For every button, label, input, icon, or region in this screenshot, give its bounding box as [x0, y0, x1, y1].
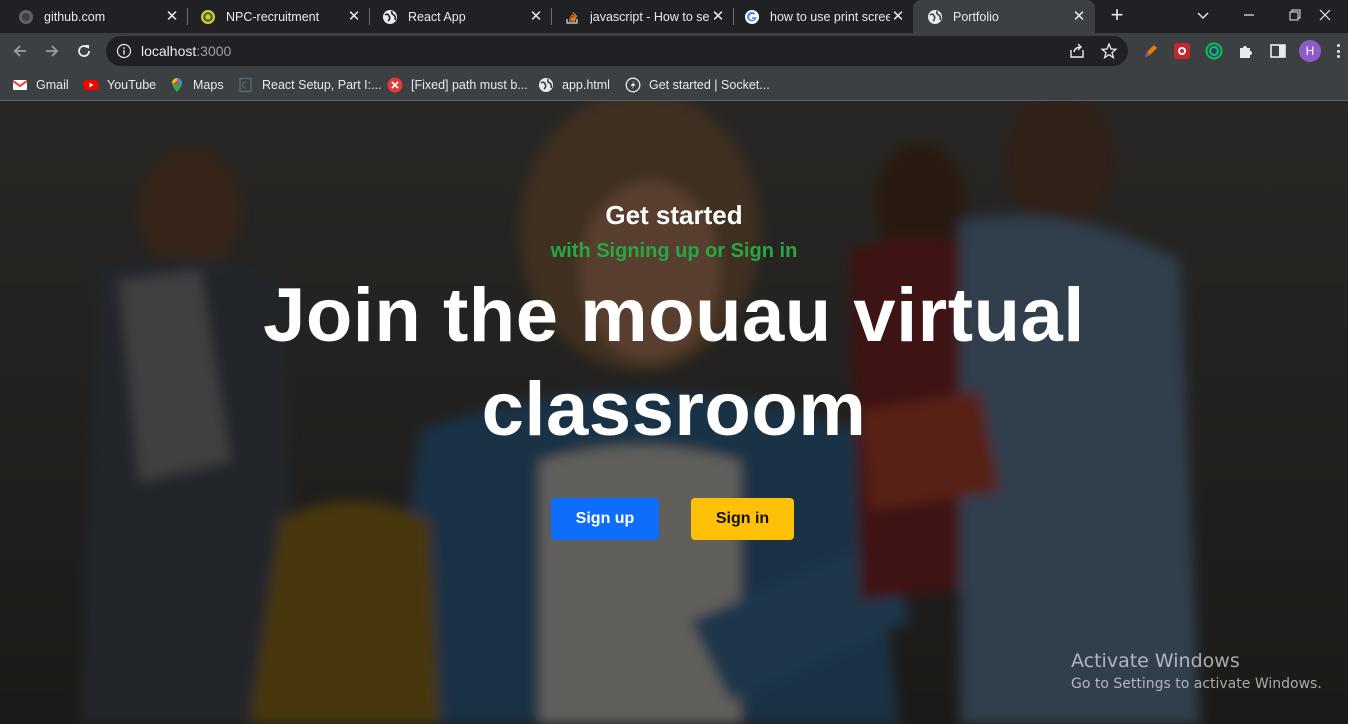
tab-title: NPC-recruitment: [226, 9, 320, 24]
google-icon: [745, 9, 759, 24]
close-icon: [1319, 9, 1331, 21]
bookmark-label: Maps: [193, 78, 224, 92]
chevron-down-icon: [1197, 12, 1209, 19]
bookmark-gmail[interactable]: Gmail: [12, 75, 69, 95]
forward-button[interactable]: [38, 37, 66, 65]
arrow-right-icon: [46, 45, 59, 57]
address-bar[interactable]: localhost:3000: [106, 36, 1128, 66]
bookmark-label: Get started | Socket...: [649, 78, 770, 92]
bookmark-label: [Fixed] path must b...: [411, 78, 528, 92]
close-icon[interactable]: ✕: [890, 9, 906, 25]
globe-icon: [539, 78, 553, 92]
bookmark-label: YouTube: [107, 78, 157, 92]
menu-icon[interactable]: [1333, 42, 1343, 60]
watermark-title: Activate Windows: [1071, 650, 1240, 672]
error-icon: [387, 77, 403, 93]
watermark-subtitle: Go to Settings to activate Windows.: [1071, 676, 1322, 692]
tab-react-app[interactable]: React App ✕: [368, 0, 552, 33]
github-icon: [19, 9, 33, 24]
minimize-icon: [1244, 14, 1254, 16]
star-icon[interactable]: [1100, 42, 1118, 60]
hero-section: Get started with Signing up or Sign in J…: [0, 101, 1348, 724]
youtube-icon: [83, 80, 99, 90]
stackoverflow-icon: [566, 11, 578, 24]
bookmark-maps[interactable]: Maps: [169, 75, 224, 95]
info-icon[interactable]: [116, 43, 132, 59]
minimize-button[interactable]: [1226, 0, 1272, 30]
restore-icon: [1289, 9, 1301, 21]
socketio-icon: [625, 77, 641, 93]
bookmarks-bar: Gmail YouTube Maps React Setup, Part I:.…: [0, 69, 1348, 101]
globe-icon: [928, 9, 942, 24]
browser-toolbar: localhost:3000 H: [0, 33, 1348, 69]
bookmark-label: React Setup, Part I:...: [262, 78, 382, 92]
tab-title: javascript - How to se: [590, 9, 710, 24]
tab-portfolio[interactable]: Portfolio ✕: [913, 0, 1095, 33]
globe-icon: [383, 9, 397, 24]
puzzle-icon[interactable]: [1237, 42, 1255, 60]
side-panel-icon[interactable]: [1269, 42, 1287, 60]
npc-logo-icon: [201, 9, 215, 24]
tab-title: how to use print scree: [770, 9, 890, 24]
maps-icon: [172, 78, 182, 92]
pen-extension-icon[interactable]: [1142, 42, 1160, 60]
red-extension-icon[interactable]: [1173, 42, 1191, 60]
doc-icon: [239, 77, 252, 93]
close-icon[interactable]: ✕: [164, 9, 180, 25]
close-icon[interactable]: ✕: [346, 9, 362, 25]
close-window-button[interactable]: [1302, 0, 1348, 30]
url-port: :3000: [196, 43, 232, 59]
bookmark-react-setup[interactable]: React Setup, Part I:...: [238, 75, 382, 95]
close-icon[interactable]: ✕: [528, 9, 544, 25]
reload-icon: [78, 45, 90, 57]
tab-search-button[interactable]: [1180, 0, 1226, 30]
gmail-icon: [12, 80, 28, 90]
bookmark-label: app.html: [562, 78, 610, 92]
bookmark-app-html[interactable]: app.html: [538, 75, 610, 95]
tab-github[interactable]: github.com ✕: [4, 0, 188, 33]
share-icon[interactable]: [1068, 42, 1086, 60]
page-title: Join the mouau virtual classroom: [263, 273, 1085, 452]
back-button[interactable]: [6, 37, 34, 65]
url-text[interactable]: localhost:3000: [141, 43, 231, 59]
tab-title: React App: [408, 9, 466, 24]
reload-button[interactable]: [70, 37, 98, 65]
signin-button[interactable]: Sign in: [691, 498, 794, 540]
page-viewport: Get started with Signing up or Sign in J…: [0, 101, 1348, 724]
tab-google-search[interactable]: how to use print scree ✕: [730, 0, 914, 33]
tab-title: github.com: [44, 9, 106, 24]
arrow-left-icon: [13, 45, 26, 57]
bookmark-youtube[interactable]: YouTube: [83, 75, 156, 95]
url-host: localhost: [141, 43, 197, 59]
tab-title: Portfolio: [953, 9, 999, 24]
bookmark-fixed-path[interactable]: [Fixed] path must b...: [387, 75, 528, 95]
avatar[interactable]: H: [1299, 40, 1321, 62]
close-icon[interactable]: ✕: [710, 9, 726, 25]
bookmark-socketio[interactable]: Get started | Socket...: [625, 75, 770, 95]
close-icon[interactable]: ✕: [1071, 9, 1087, 25]
bookmark-label: Gmail: [36, 78, 69, 92]
signup-button[interactable]: Sign up: [551, 498, 659, 540]
hero-subtitle: with Signing up or Sign in: [550, 240, 798, 262]
hero-eyebrow: Get started: [605, 200, 743, 230]
new-tab-button[interactable]: +: [1106, 4, 1128, 27]
tab-javascript[interactable]: javascript - How to se ✕: [550, 0, 734, 33]
tab-strip: github.com ✕ NPC-recruitment ✕ React App…: [0, 0, 1348, 33]
green-ring-extension-icon[interactable]: [1205, 42, 1223, 60]
activate-windows-watermark: Activate Windows Go to Settings to activ…: [1071, 650, 1322, 692]
tab-npc-recruitment[interactable]: NPC-recruitment ✕: [186, 0, 370, 33]
